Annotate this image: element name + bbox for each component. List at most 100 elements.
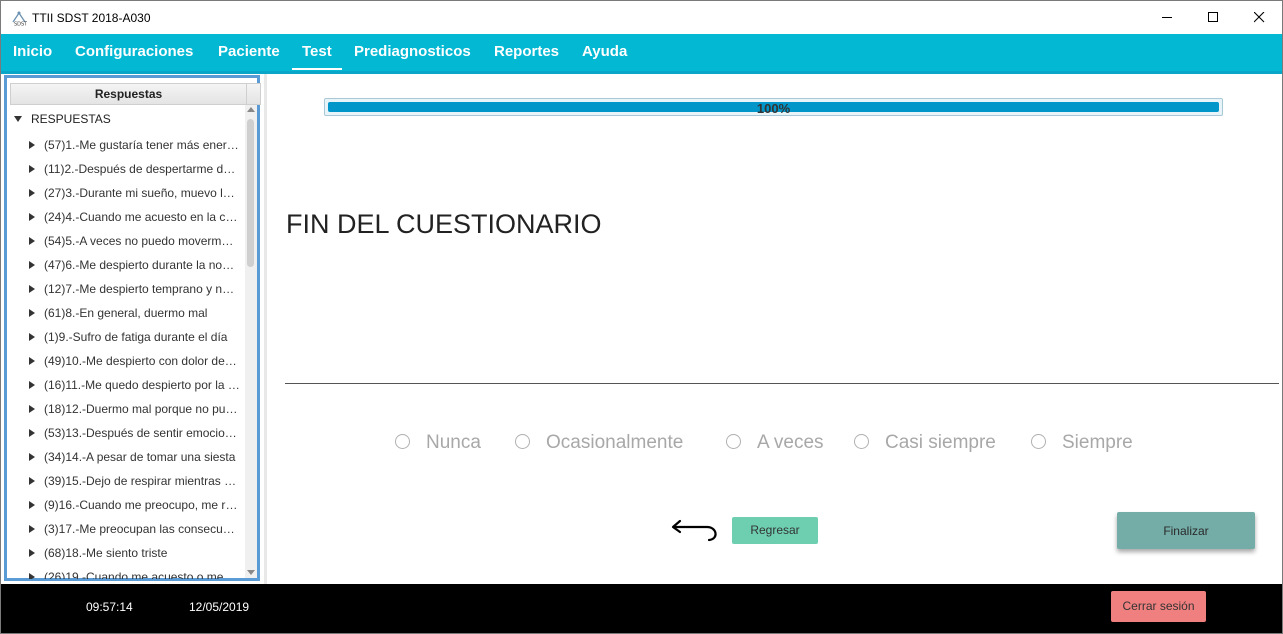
expand-right-icon[interactable] bbox=[29, 453, 35, 461]
tree-item-label: (9)16.-Cuando me preocupo, me resulta di… bbox=[44, 498, 240, 512]
radio-circle-icon[interactable] bbox=[395, 434, 410, 449]
menu-inicio[interactable]: Inicio bbox=[13, 34, 52, 71]
maximize-button[interactable] bbox=[1190, 1, 1236, 34]
tree-item[interactable]: (11)2.-Después de despertarme durante la… bbox=[7, 157, 245, 181]
expand-right-icon[interactable] bbox=[29, 261, 35, 269]
expand-right-icon[interactable] bbox=[29, 525, 35, 533]
expand-right-icon[interactable] bbox=[29, 357, 35, 365]
radio-circle-icon[interactable] bbox=[1031, 434, 1046, 449]
menu-divider bbox=[1, 71, 1282, 74]
app-window: SDST TTII SDST 2018-A030 Inicio Configur… bbox=[0, 0, 1283, 634]
expand-down-icon[interactable] bbox=[14, 116, 22, 122]
menu-prediagnosticos[interactable]: Prediagnosticos bbox=[354, 34, 471, 71]
expand-right-icon[interactable] bbox=[29, 309, 35, 317]
radio-circle-icon[interactable] bbox=[515, 434, 530, 449]
expand-right-icon[interactable] bbox=[29, 237, 35, 245]
close-button[interactable] bbox=[1236, 1, 1282, 34]
tree-item[interactable]: (53)13.-Después de sentir emociones fuer… bbox=[7, 421, 245, 445]
option-label: Casi siempre bbox=[885, 432, 996, 453]
menu-ayuda[interactable]: Ayuda bbox=[582, 34, 627, 71]
minimize-icon bbox=[1161, 17, 1172, 18]
back-arrow-icon[interactable] bbox=[669, 517, 721, 545]
radio-circle-icon[interactable] bbox=[726, 434, 741, 449]
expand-right-icon[interactable] bbox=[29, 165, 35, 173]
tree-item-label: (3)17.-Me preocupan las consecuencias bbox=[44, 522, 240, 536]
tree-item[interactable]: (18)12.-Duermo mal porque no puedo bbox=[7, 397, 245, 421]
expand-right-icon[interactable] bbox=[29, 333, 35, 341]
tree-scrollbar[interactable] bbox=[245, 105, 257, 578]
menu-configuraciones[interactable]: Configuraciones bbox=[75, 34, 193, 71]
progress-bar: 100% bbox=[324, 98, 1223, 116]
expand-right-icon[interactable] bbox=[29, 405, 35, 413]
tree-item-label: (26)19.-Cuando me acuesto o me siento bbox=[44, 570, 240, 579]
tree-item[interactable]: (27)3.-Durante mi sueño, muevo las piern… bbox=[7, 181, 245, 205]
tree-item[interactable]: (49)10.-Me despierto con dolor de cabeza bbox=[7, 349, 245, 373]
clock-time: 09:57:14 bbox=[86, 600, 133, 614]
split-pane-divider[interactable] bbox=[264, 74, 267, 584]
tree-item[interactable]: (68)18.-Me siento triste bbox=[7, 541, 245, 565]
expand-right-icon[interactable] bbox=[29, 141, 35, 149]
expand-right-icon[interactable] bbox=[29, 189, 35, 197]
tree-item[interactable]: (9)16.-Cuando me preocupo, me resulta di… bbox=[7, 493, 245, 517]
regresar-button[interactable]: Regresar bbox=[732, 517, 818, 544]
answers-tree-panel: Respuestas RESPUESTAS (57)1.-Me gustaría… bbox=[4, 75, 261, 581]
option-label: Nunca bbox=[426, 432, 481, 453]
expand-right-icon[interactable] bbox=[29, 429, 35, 437]
tree-item-label: (34)14.-A pesar de tomar una siesta bbox=[44, 450, 236, 464]
tree-item-label: (57)1.-Me gustaría tener más energía bbox=[44, 138, 240, 152]
tree-item[interactable]: (54)5.-A veces no puedo moverme al despe… bbox=[7, 229, 245, 253]
tree-item[interactable]: (12)7.-Me despierto temprano y no puedo … bbox=[7, 277, 245, 301]
tree-item-label: (39)15.-Dejo de respirar mientras duermo bbox=[44, 474, 240, 488]
option-label: Siempre bbox=[1062, 432, 1133, 453]
expand-right-icon[interactable] bbox=[29, 573, 35, 579]
tree-item[interactable]: (26)19.-Cuando me acuesto o me siento bbox=[7, 565, 245, 579]
tree-item-label: (24)4.-Cuando me acuesto en la cama bbox=[44, 210, 240, 224]
tree-header-title[interactable]: Respuestas bbox=[11, 84, 247, 104]
option-label: A veces bbox=[757, 432, 824, 453]
expand-right-icon[interactable] bbox=[29, 381, 35, 389]
scroll-thumb[interactable] bbox=[247, 119, 254, 267]
tree-item-label: (11)2.-Después de despertarme durante la… bbox=[44, 162, 240, 176]
expand-right-icon[interactable] bbox=[29, 213, 35, 221]
expand-right-icon[interactable] bbox=[29, 501, 35, 509]
expand-right-icon[interactable] bbox=[29, 285, 35, 293]
scroll-up-arrow-icon[interactable] bbox=[247, 107, 255, 112]
tree-item[interactable]: (39)15.-Dejo de respirar mientras duermo bbox=[7, 469, 245, 493]
svg-text:SDST: SDST bbox=[14, 22, 27, 27]
tree-item[interactable]: (34)14.-A pesar de tomar una siesta bbox=[7, 445, 245, 469]
tree-item-label: (49)10.-Me despierto con dolor de cabeza bbox=[44, 354, 240, 368]
expand-right-icon[interactable] bbox=[29, 549, 35, 557]
questionnaire-end-title: FIN DEL CUESTIONARIO bbox=[286, 209, 602, 239]
menu-test[interactable]: Test bbox=[292, 34, 342, 71]
tree-item[interactable]: (47)6.-Me despierto durante la noche bbox=[7, 253, 245, 277]
title-bar: SDST TTII SDST 2018-A030 bbox=[1, 1, 1282, 34]
logout-button[interactable]: Cerrar sesión bbox=[1111, 591, 1206, 622]
minimize-button[interactable] bbox=[1144, 1, 1190, 34]
progress-label: 100% bbox=[756, 101, 791, 116]
current-date: 12/05/2019 bbox=[189, 600, 250, 614]
maximize-icon bbox=[1207, 12, 1218, 22]
tree-root-node[interactable]: RESPUESTAS bbox=[14, 109, 111, 129]
tree-item[interactable]: (1)9.-Sufro de fatiga durante el día bbox=[7, 325, 245, 349]
tree-item[interactable]: (57)1.-Me gustaría tener más energía bbox=[7, 133, 245, 157]
separator-line bbox=[285, 383, 1279, 384]
tree-item-label: (47)6.-Me despierto durante la noche bbox=[44, 258, 240, 272]
finalizar-button[interactable]: Finalizar bbox=[1117, 512, 1255, 549]
menu-paciente[interactable]: Paciente bbox=[218, 34, 280, 71]
scroll-down-arrow-icon[interactable] bbox=[247, 570, 255, 575]
tree-item-label: (53)13.-Después de sentir emociones fuer… bbox=[44, 426, 240, 440]
tree-item[interactable]: (24)4.-Cuando me acuesto en la cama bbox=[7, 205, 245, 229]
tree-list: (57)1.-Me gustaría tener más energía (11… bbox=[7, 133, 245, 579]
tree-item[interactable]: (3)17.-Me preocupan las consecuencias bbox=[7, 517, 245, 541]
menu-bar: Inicio Configuraciones Paciente Test Pre… bbox=[1, 34, 1282, 71]
tree-item-label: (61)8.-En general, duermo mal bbox=[44, 306, 208, 320]
close-icon bbox=[1253, 12, 1264, 23]
tree-item[interactable]: (16)11.-Me quedo despierto por la noche bbox=[7, 373, 245, 397]
radio-circle-icon[interactable] bbox=[854, 434, 869, 449]
option-label: Ocasionalmente bbox=[546, 432, 684, 453]
tree-item-label: (27)3.-Durante mi sueño, muevo las piern… bbox=[44, 186, 240, 200]
menu-reportes[interactable]: Reportes bbox=[494, 34, 559, 71]
expand-right-icon[interactable] bbox=[29, 477, 35, 485]
tree-item[interactable]: (61)8.-En general, duermo mal bbox=[7, 301, 245, 325]
sdst-app-icon: SDST bbox=[12, 11, 27, 27]
